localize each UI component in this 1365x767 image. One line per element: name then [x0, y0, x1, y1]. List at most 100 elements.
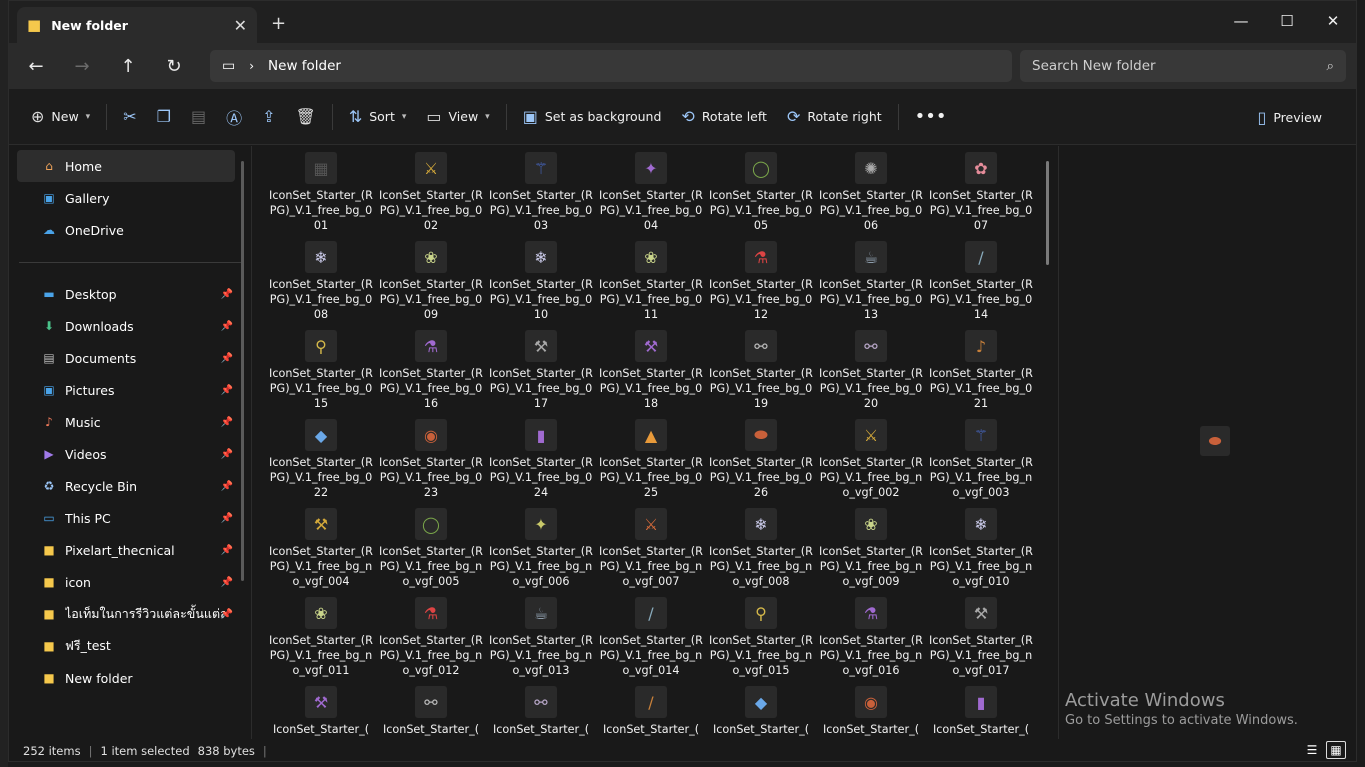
close-tab-icon[interactable]: ✕: [234, 16, 247, 35]
file-item[interactable]: ⚒ IconSet_Starter_(RPG)_V.1_free_bg_018: [596, 330, 706, 419]
sidebar-item-13[interactable]: ■ New folder: [17, 662, 235, 694]
file-item[interactable]: ⚗ IconSet_Starter_(RPG)_V.1_free_bg_no_vg…: [816, 597, 926, 686]
sidebar-item-8[interactable]: ▭ This PC 📌: [17, 502, 235, 534]
file-item[interactable]: ✺ IconSet_Starter_(RPG)_V.1_free_bg_006: [816, 152, 926, 241]
sidebar-item-7[interactable]: ♻ Recycle Bin 📌: [17, 470, 235, 502]
more-options-button[interactable]: •••: [905, 99, 957, 135]
paste-button[interactable]: ▤: [181, 99, 216, 135]
view-button[interactable]: ▭ View ▾: [416, 99, 499, 135]
file-item[interactable]: ❄ IconSet_Starter_(RPG)_V.1_free_bg_010: [486, 241, 596, 330]
sidebar-scrollbar[interactable]: [241, 161, 244, 581]
file-item[interactable]: ✦ IconSet_Starter_(RPG)_V.1_free_bg_no_vg…: [486, 508, 596, 597]
search-box[interactable]: Search New folder ⌕: [1020, 50, 1346, 82]
file-item[interactable]: / IconSet_Starter_(RPG)_V.1_free_bg_no_vg…: [596, 597, 706, 686]
pin-icon[interactable]: 📌: [221, 289, 233, 300]
sidebar-item-9[interactable]: ■ Pixelart_thecnical 📌: [17, 534, 235, 566]
content-scrollbar[interactable]: [1046, 161, 1049, 265]
file-item[interactable]: ⬬ IconSet_Starter_(RPG)_V.1_free_bg_026: [706, 419, 816, 508]
file-item[interactable]: ▮ IconSet_Starter_(: [926, 686, 1036, 739]
tab-new-folder[interactable]: ■ New folder ✕: [17, 7, 257, 43]
file-item[interactable]: ◆ IconSet_Starter_(: [706, 686, 816, 739]
file-item[interactable]: ⚚ IconSet_Starter_(RPG)_V.1_free_bg_no_vg…: [926, 419, 1036, 508]
forward-button[interactable]: →: [59, 46, 105, 86]
file-item[interactable]: ⚒ IconSet_Starter_(RPG)_V.1_free_bg_017: [486, 330, 596, 419]
set-as-background-button[interactable]: ▣ Set as background: [513, 99, 672, 135]
sidebar-item-12[interactable]: ■ ฟรี_test: [17, 630, 235, 662]
new-button[interactable]: ⊕ New ▾: [21, 99, 100, 135]
delete-button[interactable]: 🗑: [286, 99, 326, 135]
file-item[interactable]: ⚒ IconSet_Starter_(: [266, 686, 376, 739]
file-item[interactable]: ⚗ IconSet_Starter_(RPG)_V.1_free_bg_no_vg…: [376, 597, 486, 686]
file-item[interactable]: ❀ IconSet_Starter_(RPG)_V.1_free_bg_no_vg…: [266, 597, 376, 686]
sidebar-item-1[interactable]: ▬ Desktop 📌: [17, 278, 235, 310]
pin-icon[interactable]: 📌: [221, 609, 233, 620]
file-item[interactable]: ❀ IconSet_Starter_(RPG)_V.1_free_bg_011: [596, 241, 706, 330]
file-item[interactable]: ⚲ IconSet_Starter_(RPG)_V.1_free_bg_015: [266, 330, 376, 419]
file-item[interactable]: ☕ IconSet_Starter_(RPG)_V.1_free_bg_013: [816, 241, 926, 330]
maximize-button[interactable]: ☐: [1264, 7, 1310, 35]
file-item[interactable]: ✦ IconSet_Starter_(RPG)_V.1_free_bg_004: [596, 152, 706, 241]
pin-icon[interactable]: 📌: [221, 353, 233, 364]
breadcrumb-segment[interactable]: New folder: [268, 58, 341, 74]
file-item[interactable]: ◯ IconSet_Starter_(RPG)_V.1_free_bg_no_vg…: [376, 508, 486, 597]
share-button[interactable]: ⇪: [252, 99, 285, 135]
rotate-left-button[interactable]: ⟲ Rotate left: [671, 99, 777, 135]
sidebar-item-3[interactable]: ▤ Documents 📌: [17, 342, 235, 374]
cut-button[interactable]: ✂: [113, 99, 146, 135]
file-item[interactable]: ⚒ IconSet_Starter_(RPG)_V.1_free_bg_no_vg…: [926, 597, 1036, 686]
file-item[interactable]: ✿ IconSet_Starter_(RPG)_V.1_free_bg_007: [926, 152, 1036, 241]
sidebar-item-gallery[interactable]: ▣ Gallery: [17, 182, 235, 214]
back-button[interactable]: ←: [13, 46, 59, 86]
file-item[interactable]: ❀ IconSet_Starter_(RPG)_V.1_free_bg_009: [376, 241, 486, 330]
sidebar-item-2[interactable]: ⬇ Downloads 📌: [17, 310, 235, 342]
file-item[interactable]: ⚯ IconSet_Starter_(: [486, 686, 596, 739]
file-item[interactable]: ❄ IconSet_Starter_(RPG)_V.1_free_bg_008: [266, 241, 376, 330]
rotate-right-button[interactable]: ⟳ Rotate right: [777, 99, 892, 135]
address-bar[interactable]: ▭ › New folder: [210, 50, 1012, 82]
file-item[interactable]: ⚔ IconSet_Starter_(RPG)_V.1_free_bg_no_vg…: [596, 508, 706, 597]
file-item[interactable]: ❄ IconSet_Starter_(RPG)_V.1_free_bg_no_vg…: [706, 508, 816, 597]
file-item[interactable]: ⚲ IconSet_Starter_(RPG)_V.1_free_bg_no_vg…: [706, 597, 816, 686]
file-item[interactable]: ⚗ IconSet_Starter_(RPG)_V.1_free_bg_016: [376, 330, 486, 419]
pin-icon[interactable]: 📌: [221, 577, 233, 588]
new-tab-button[interactable]: +: [271, 13, 286, 34]
file-item[interactable]: ⚯ IconSet_Starter_(RPG)_V.1_free_bg_019: [706, 330, 816, 419]
tiles-view-icon[interactable]: ▦: [1326, 741, 1346, 759]
sidebar-item-home[interactable]: ⌂ Home: [17, 150, 235, 182]
pin-icon[interactable]: 📌: [221, 385, 233, 396]
file-item[interactable]: ⚔ IconSet_Starter_(RPG)_V.1_free_bg_002: [376, 152, 486, 241]
pin-icon[interactable]: 📌: [221, 449, 233, 460]
sidebar-item-6[interactable]: ▶ Videos 📌: [17, 438, 235, 470]
pin-icon[interactable]: 📌: [221, 417, 233, 428]
file-item[interactable]: ◉ IconSet_Starter_(RPG)_V.1_free_bg_023: [376, 419, 486, 508]
close-window-button[interactable]: ✕: [1310, 7, 1356, 35]
refresh-button[interactable]: ↻: [151, 46, 197, 86]
file-item[interactable]: ▲ IconSet_Starter_(RPG)_V.1_free_bg_025: [596, 419, 706, 508]
file-item[interactable]: ⚯ IconSet_Starter_(RPG)_V.1_free_bg_020: [816, 330, 926, 419]
search-input[interactable]: Search New folder: [1032, 58, 1156, 74]
pin-icon[interactable]: 📌: [221, 321, 233, 332]
file-item[interactable]: ▦ IconSet_Starter_(RPG)_V.1_free_bg_001: [266, 152, 376, 241]
file-item[interactable]: ❄ IconSet_Starter_(RPG)_V.1_free_bg_no_vg…: [926, 508, 1036, 597]
sidebar-item-11[interactable]: ■ ไอเท็มในการรีวิวแต่ละขั้นแต่ละขนาด📌: [17, 598, 235, 630]
pin-icon[interactable]: 📌: [221, 513, 233, 524]
file-item[interactable]: ♪ IconSet_Starter_(RPG)_V.1_free_bg_021: [926, 330, 1036, 419]
file-item[interactable]: ⚗ IconSet_Starter_(RPG)_V.1_free_bg_012: [706, 241, 816, 330]
file-item[interactable]: / IconSet_Starter_(RPG)_V.1_free_bg_014: [926, 241, 1036, 330]
file-item[interactable]: ⚒ IconSet_Starter_(RPG)_V.1_free_bg_no_vg…: [266, 508, 376, 597]
pin-icon[interactable]: 📌: [221, 481, 233, 492]
sidebar-item-5[interactable]: ♪ Music 📌: [17, 406, 235, 438]
file-item[interactable]: ⚯ IconSet_Starter_(: [376, 686, 486, 739]
pin-icon[interactable]: 📌: [221, 545, 233, 556]
copy-button[interactable]: ❐: [147, 99, 181, 135]
rename-button[interactable]: Ⓐ: [216, 99, 252, 135]
file-item[interactable]: / IconSet_Starter_(: [596, 686, 706, 739]
up-button[interactable]: ↑: [105, 46, 151, 86]
file-item[interactable]: ◯ IconSet_Starter_(RPG)_V.1_free_bg_005: [706, 152, 816, 241]
file-item[interactable]: ◆ IconSet_Starter_(RPG)_V.1_free_bg_022: [266, 419, 376, 508]
sidebar-item-4[interactable]: ▣ Pictures 📌: [17, 374, 235, 406]
file-item[interactable]: ◉ IconSet_Starter_(: [816, 686, 926, 739]
file-item[interactable]: ▮ IconSet_Starter_(RPG)_V.1_free_bg_024: [486, 419, 596, 508]
file-item[interactable]: ⚚ IconSet_Starter_(RPG)_V.1_free_bg_003: [486, 152, 596, 241]
sort-button[interactable]: ⇅ Sort ▾: [339, 99, 417, 135]
